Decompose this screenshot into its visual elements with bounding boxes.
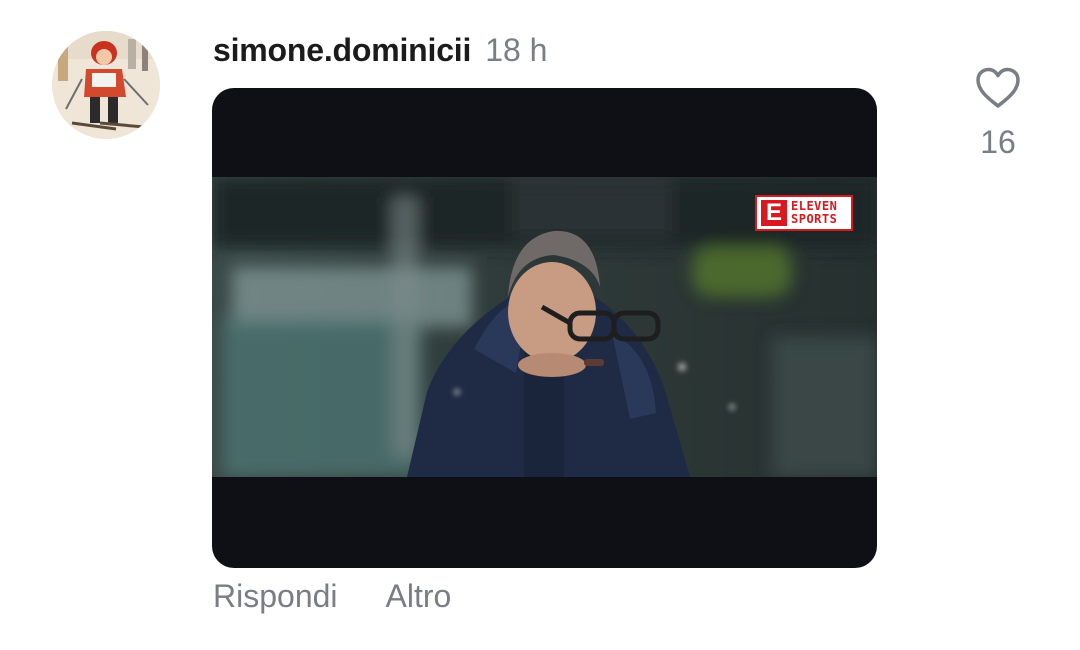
badge-line-2: SPORTS [791, 212, 838, 226]
like-control: 16 [968, 66, 1028, 161]
like-count: 16 [980, 124, 1016, 160]
user-avatar[interactable] [52, 31, 160, 139]
comment-header: simone.dominicii 18 h [213, 26, 547, 74]
comment-item: simone.dominicii 18 h E ELEVEN SPORTS 16… [0, 0, 1080, 650]
heart-outline-icon[interactable] [974, 66, 1022, 110]
badge-mark: E [761, 200, 787, 226]
gif-frame: E ELEVEN SPORTS [212, 177, 877, 477]
timestamp: 18 h [485, 31, 548, 68]
avatar-image [52, 31, 160, 139]
more-button[interactable]: Altro [386, 578, 452, 615]
comment-actions: Rispondi Altro [213, 578, 451, 615]
gif-attachment[interactable]: E ELEVEN SPORTS [212, 88, 877, 568]
eleven-sports-logo: E ELEVEN SPORTS [755, 195, 853, 231]
badge-text: ELEVEN SPORTS [791, 200, 837, 226]
username[interactable]: simone.dominicii [213, 32, 471, 69]
reply-button[interactable]: Rispondi [213, 578, 338, 615]
